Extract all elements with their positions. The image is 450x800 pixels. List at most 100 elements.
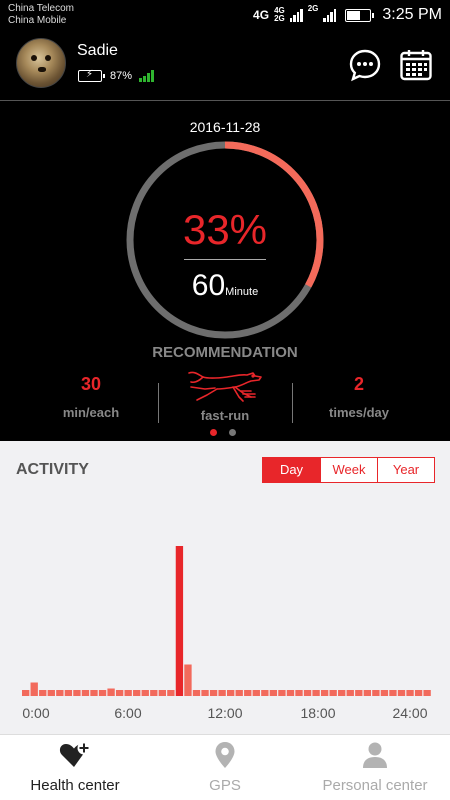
activity-bar bbox=[380, 690, 389, 696]
x-tick-label: 6:00 bbox=[114, 705, 142, 721]
activity-bar bbox=[355, 690, 363, 696]
activity-bar bbox=[30, 682, 38, 696]
frequency-value: 2 bbox=[353, 374, 364, 394]
carrier-2: China Mobile bbox=[8, 15, 67, 26]
activity-bar bbox=[56, 690, 64, 696]
minutes-value: 60 bbox=[191, 269, 226, 302]
activity-title: ACTIVITY bbox=[16, 461, 89, 478]
tab-day[interactable]: Day bbox=[263, 458, 320, 482]
activity-bar bbox=[295, 690, 303, 696]
activity-bar bbox=[397, 690, 406, 696]
activity-bar bbox=[22, 690, 30, 696]
activity-panel: ACTIVITY Day Week Year 0:00 6:00 12:00 1… bbox=[0, 441, 450, 734]
activity-bar bbox=[312, 690, 320, 696]
activity-bar bbox=[389, 690, 397, 696]
page-indicator bbox=[210, 429, 236, 436]
x-tick-label: 0:00 bbox=[22, 705, 50, 721]
exercise-label: fast-run bbox=[200, 408, 250, 423]
person-icon bbox=[363, 742, 387, 768]
activity-bar bbox=[423, 690, 431, 696]
device-battery-percent: 87% bbox=[110, 70, 133, 82]
activity-bar bbox=[286, 690, 295, 696]
profile-header: Sadie ⚡ 87% bbox=[0, 30, 450, 100]
recommendation-title: RECOMMENDATION bbox=[152, 344, 298, 361]
activity-bar bbox=[372, 690, 380, 696]
ring-divider bbox=[184, 259, 266, 260]
period-selector: Day Week Year bbox=[262, 457, 435, 483]
activity-bar bbox=[141, 690, 149, 696]
device-signal-icon bbox=[139, 70, 154, 82]
activity-bar bbox=[175, 546, 184, 696]
activity-bar bbox=[338, 690, 346, 696]
activity-bar bbox=[414, 690, 423, 696]
per-session-label: min/each bbox=[62, 405, 120, 420]
x-tick-label: 18:00 bbox=[300, 705, 336, 721]
frequency-label: times/day bbox=[329, 405, 389, 420]
activity-bar bbox=[406, 690, 414, 696]
device-battery-icon: ⚡ bbox=[78, 69, 105, 82]
summary-date: 2016-11-28 bbox=[189, 119, 261, 135]
carrier-info: China Telecom China Mobile bbox=[8, 3, 74, 27]
activity-bar bbox=[184, 664, 192, 696]
network-type-b: 4G 2G bbox=[274, 7, 285, 23]
carrier-1: China Telecom bbox=[8, 3, 74, 14]
nav-label: GPS bbox=[209, 777, 241, 794]
activity-bar bbox=[150, 690, 158, 696]
activity-bar bbox=[133, 690, 141, 696]
heart-plus-icon bbox=[59, 741, 91, 767]
activity-bar bbox=[261, 690, 269, 696]
page-dot[interactable] bbox=[229, 429, 236, 436]
signal-icon-2 bbox=[323, 8, 337, 22]
activity-bar bbox=[218, 690, 226, 696]
activity-bar bbox=[107, 688, 115, 696]
status-bar: China Telecom China Mobile 4G 4G 2G 2G 3… bbox=[0, 0, 450, 30]
network-type-a: 4G bbox=[253, 8, 270, 22]
activity-bar bbox=[201, 690, 209, 696]
nav-label: Health center bbox=[30, 777, 120, 794]
per-session-value: 30 bbox=[80, 374, 102, 394]
activity-bar bbox=[73, 690, 81, 696]
activity-bar bbox=[81, 690, 90, 696]
activity-bar bbox=[244, 690, 252, 696]
daily-summary: 2016-11-28 33% 60Minute RECOMMENDATION 3… bbox=[0, 101, 450, 441]
activity-bar bbox=[363, 690, 372, 696]
activity-bar bbox=[167, 690, 175, 696]
activity-bar bbox=[158, 690, 167, 696]
network-type-c: 2G bbox=[307, 4, 319, 13]
activity-bar bbox=[346, 690, 354, 696]
activity-bar bbox=[124, 690, 132, 696]
activity-bar bbox=[47, 690, 55, 696]
x-tick-label: 12:00 bbox=[207, 705, 243, 721]
chat-icon[interactable] bbox=[348, 48, 382, 82]
tab-week[interactable]: Week bbox=[320, 458, 377, 482]
calendar-icon[interactable] bbox=[399, 48, 433, 82]
tab-year[interactable]: Year bbox=[377, 458, 434, 482]
signal-icon bbox=[289, 8, 303, 22]
page-dot-active[interactable] bbox=[210, 429, 217, 436]
nav-health-center[interactable]: Health center bbox=[0, 735, 150, 800]
activity-bar bbox=[192, 690, 201, 696]
pet-name: Sadie bbox=[77, 42, 118, 59]
location-pin-icon bbox=[215, 742, 235, 768]
activity-bar bbox=[64, 690, 73, 696]
pet-avatar[interactable] bbox=[16, 38, 66, 88]
minutes-total: 60Minute bbox=[125, 269, 325, 303]
activity-chart bbox=[22, 546, 431, 696]
activity-bar bbox=[320, 690, 329, 696]
activity-bar bbox=[209, 690, 218, 696]
activity-bar bbox=[227, 690, 235, 696]
progress-percent: 33% bbox=[182, 206, 268, 253]
phone-battery-icon bbox=[345, 8, 375, 22]
stat-divider bbox=[158, 383, 159, 423]
activity-bar bbox=[252, 690, 260, 696]
minutes-unit: Minute bbox=[225, 286, 259, 298]
activity-bar bbox=[235, 690, 243, 696]
nav-personal-center[interactable]: Personal center bbox=[300, 735, 450, 800]
activity-bar bbox=[90, 690, 98, 696]
activity-bar bbox=[303, 690, 312, 696]
nav-gps[interactable]: GPS bbox=[150, 735, 300, 800]
activity-bar bbox=[115, 690, 124, 696]
activity-bar bbox=[98, 690, 107, 696]
clock: 3:25 PM bbox=[382, 6, 442, 23]
frequency-stat: 2 times/day bbox=[294, 373, 424, 420]
